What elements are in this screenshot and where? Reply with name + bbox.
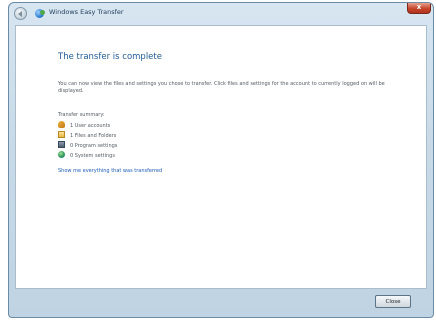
summary-item-label: 0 System settings	[70, 153, 115, 159]
app-window: Windows Easy Transfer x The transfer is …	[8, 2, 434, 318]
summary-item-users: 1 User accounts	[58, 121, 111, 132]
close-button[interactable]: Close	[375, 295, 411, 308]
program-icon	[58, 141, 65, 148]
show-transferred-link[interactable]: Show me everything that was transferred	[58, 168, 162, 174]
folder-icon	[58, 131, 65, 138]
content-pane: The transfer is complete You can now vie…	[15, 25, 427, 289]
window-close-button[interactable]: x	[407, 3, 431, 14]
summary-item-label: 0 Program settings	[70, 143, 118, 149]
description-text: You can now view the files and settings …	[58, 81, 385, 94]
page-heading: The transfer is complete	[58, 52, 162, 62]
summary-item-programs: 0 Program settings	[58, 141, 118, 152]
transfer-summary-label: Transfer summary:	[58, 112, 105, 118]
summary-item-label: 1 Files and Folders	[70, 133, 117, 139]
window-title: Windows Easy Transfer	[49, 8, 124, 16]
easy-transfer-icon	[35, 9, 45, 18]
system-icon	[58, 151, 65, 158]
users-icon	[58, 121, 65, 128]
back-button[interactable]	[14, 7, 27, 20]
summary-item-files: 1 Files and Folders	[58, 131, 117, 142]
summary-item-label: 1 User accounts	[70, 123, 111, 129]
summary-item-system: 0 System settings	[58, 151, 115, 162]
footer-bar: Close	[9, 289, 433, 317]
title-bar: Windows Easy Transfer x	[9, 3, 433, 25]
